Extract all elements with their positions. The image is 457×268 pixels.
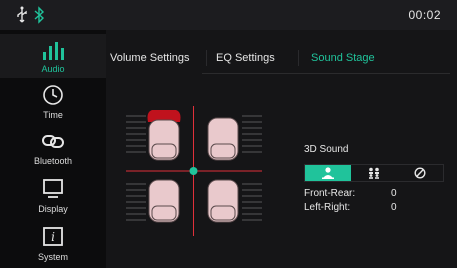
tab-divider — [298, 50, 299, 66]
mode-single-button[interactable] — [305, 165, 351, 181]
sidebar-item-audio[interactable]: Audio — [0, 34, 106, 78]
svg-text:i: i — [51, 230, 55, 244]
left-right-label: Left-Right: — [304, 202, 351, 213]
link-icon — [42, 135, 64, 148]
group-icon — [369, 167, 379, 179]
left-right-value: 0 — [391, 202, 397, 213]
tab-volume-settings[interactable]: Volume Settings — [110, 44, 190, 72]
tab-sound-stage[interactable]: Sound Stage — [311, 44, 375, 72]
seat-front-right[interactable] — [207, 117, 239, 161]
monitor-icon — [43, 179, 63, 198]
seat-front-left[interactable] — [147, 110, 181, 161]
sidebar-item-label: System — [37, 252, 68, 262]
status-bar: 00:02 — [0, 0, 457, 30]
usb-icon — [17, 6, 27, 23]
sidebar-item-label: Bluetooth — [33, 156, 73, 166]
bluetooth-icon — [34, 6, 45, 24]
tab-bar: Volume Settings EQ Settings Sound Stage — [106, 44, 457, 74]
clock-icon — [43, 85, 63, 105]
clock-time: 00:02 — [408, 8, 441, 22]
3d-sound-mode-selector — [304, 164, 444, 182]
sound-stage-map[interactable] — [124, 104, 264, 238]
tab-underline — [202, 73, 450, 74]
audio-bars-icon — [43, 42, 64, 60]
tab-divider — [206, 50, 207, 66]
disable-icon — [414, 167, 426, 179]
sidebar-item-time[interactable]: Time — [0, 82, 106, 124]
sidebar-item-bluetooth[interactable]: Bluetooth — [0, 128, 106, 170]
tab-eq-settings[interactable]: EQ Settings — [216, 44, 275, 72]
mode-group-button[interactable] — [351, 165, 397, 181]
main-panel: Volume Settings EQ Settings Sound Stage — [106, 30, 457, 268]
single-person-icon — [322, 167, 334, 179]
3d-sound-title: 3D Sound — [304, 144, 349, 155]
mode-off-button[interactable] — [397, 165, 443, 181]
info-icon: i — [43, 227, 63, 246]
seat-rear-left[interactable] — [148, 179, 180, 223]
front-rear-value: 0 — [391, 188, 397, 199]
sidebar-item-label: Time — [43, 110, 63, 120]
sidebar-item-system[interactable]: i System — [0, 222, 106, 266]
sidebar-item-label: Display — [38, 204, 68, 214]
balance-point[interactable] — [189, 167, 198, 175]
sidebar-item-label: Audio — [41, 64, 65, 74]
seat-rear-right[interactable] — [207, 179, 239, 223]
sidebar: Audio Time Bluetooth Display i System — [0, 30, 106, 268]
sidebar-item-display[interactable]: Display — [0, 176, 106, 218]
front-rear-label: Front-Rear: — [304, 188, 356, 199]
